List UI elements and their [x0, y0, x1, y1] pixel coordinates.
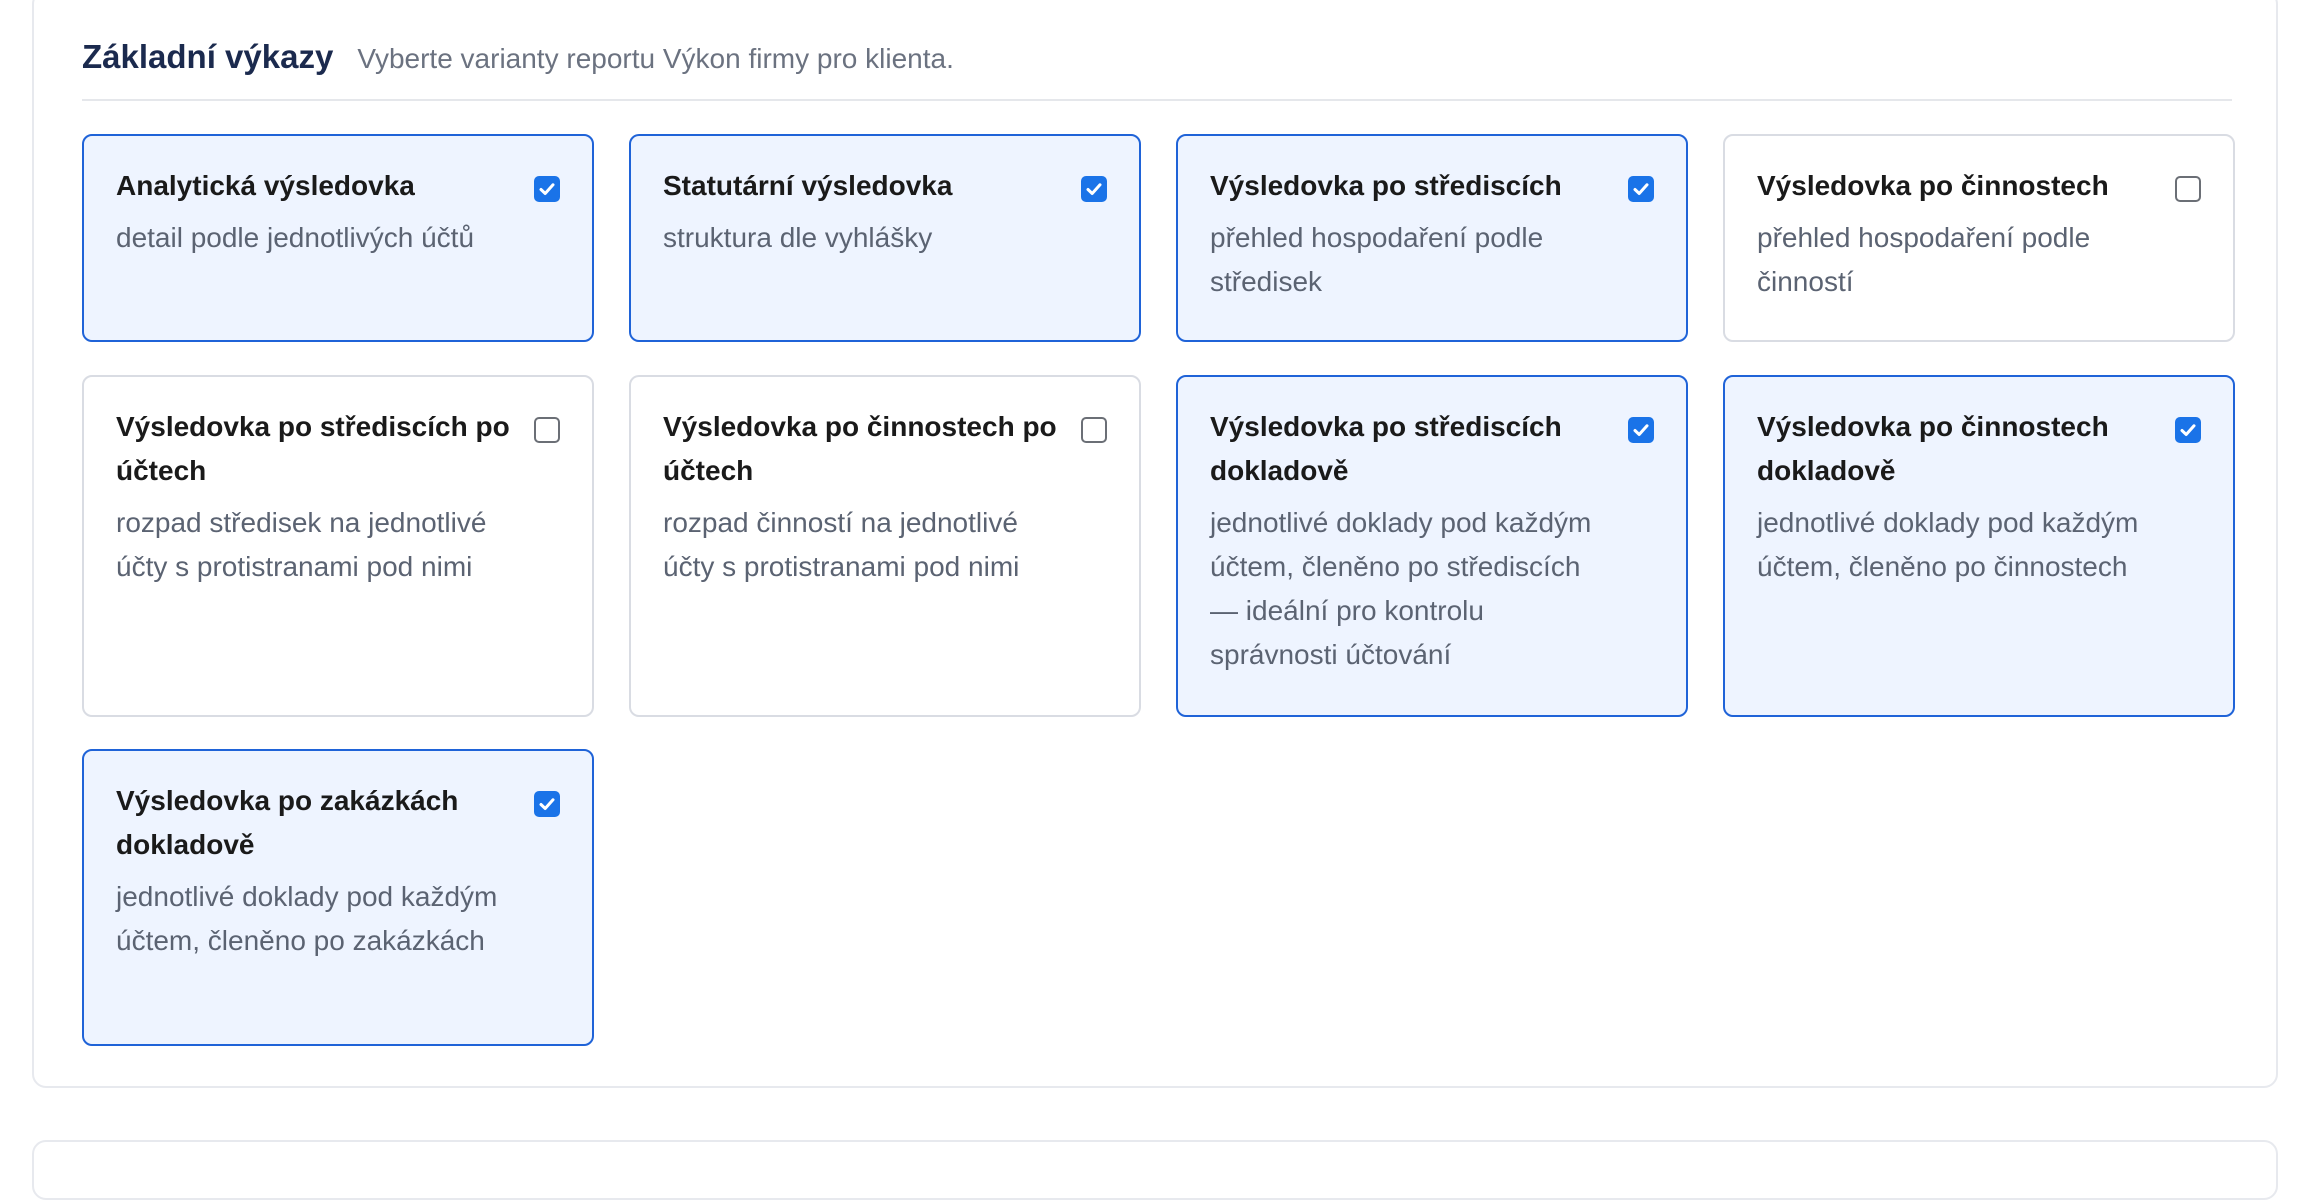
section-subtitle: Vyberte varianty reportu Výkon firmy pro…	[357, 43, 954, 74]
checkbox[interactable]	[2175, 417, 2201, 443]
card-title: Statutární výsledovka	[663, 170, 953, 201]
check-icon	[1086, 183, 1102, 195]
card-title: Analytická výsledovka	[116, 170, 415, 201]
checkbox[interactable]	[534, 176, 560, 202]
check-icon	[1633, 183, 1649, 195]
card-description: rozpad středisek na jednotlivé účty s pr…	[116, 507, 487, 582]
section-title: Základní výkazy	[82, 38, 334, 75]
card-title: Výsledovka po střediscích po účtech	[116, 411, 510, 486]
checkbox[interactable]	[1628, 417, 1654, 443]
report-option-card[interactable]: Výsledovka po činnostech dokladově jedno…	[1723, 375, 2235, 717]
card-description: jednotlivé doklady pod každým účtem, čle…	[1757, 507, 2139, 582]
card-title: Výsledovka po střediscích	[1210, 170, 1562, 201]
report-option-card[interactable]: Výsledovka po střediscích po účtech rozp…	[82, 375, 594, 717]
checkbox[interactable]	[1081, 176, 1107, 202]
check-icon	[539, 183, 555, 195]
checkbox[interactable]	[534, 791, 560, 817]
report-option-card[interactable]: Výsledovka po činnostech po účtech rozpa…	[629, 375, 1141, 717]
report-option-card[interactable]: Statutární výsledovka struktura dle vyhl…	[629, 134, 1141, 342]
card-title: Výsledovka po zakázkách dokladově	[116, 785, 459, 860]
card-title: Výsledovka po střediscích dokladově	[1210, 411, 1562, 486]
card-description: rozpad činností na jednotlivé účty s pro…	[663, 507, 1020, 582]
report-option-card[interactable]: Analytická výsledovka detail podle jedno…	[82, 134, 594, 342]
report-option-card[interactable]: Výsledovka po činnostech přehled hospoda…	[1723, 134, 2235, 342]
card-description: přehled hospodaření podle středisek	[1210, 222, 1544, 297]
card-description: detail podle jednotlivých účtů	[116, 222, 475, 253]
check-icon	[539, 798, 555, 810]
report-option-card[interactable]: Výsledovka po zakázkách dokladově jednot…	[82, 749, 594, 1046]
card-description: struktura dle vyhlášky	[663, 222, 933, 253]
section-header: Základní výkazy Vyberte varianty reportu…	[82, 38, 954, 76]
card-title: Výsledovka po činnostech po účtech	[663, 411, 1057, 486]
card-description: jednotlivé doklady pod každým účtem, čle…	[116, 881, 498, 956]
card-title: Výsledovka po činnostech	[1757, 170, 2109, 201]
checkbox[interactable]	[534, 417, 560, 443]
card-description: přehled hospodaření podle činností	[1757, 222, 2091, 297]
report-option-card[interactable]: Výsledovka po střediscích přehled hospod…	[1176, 134, 1688, 342]
checkbox[interactable]	[1628, 176, 1654, 202]
divider	[82, 99, 2232, 101]
check-icon	[1633, 424, 1649, 436]
card-description: jednotlivé doklady pod každým účtem, čle…	[1210, 507, 1592, 670]
check-icon	[2180, 424, 2196, 436]
checkbox[interactable]	[2175, 176, 2201, 202]
report-option-card[interactable]: Výsledovka po střediscích dokladově jedn…	[1176, 375, 1688, 717]
next-panel	[32, 1140, 2278, 1200]
card-title: Výsledovka po činnostech dokladově	[1757, 411, 2109, 486]
checkbox[interactable]	[1081, 417, 1107, 443]
